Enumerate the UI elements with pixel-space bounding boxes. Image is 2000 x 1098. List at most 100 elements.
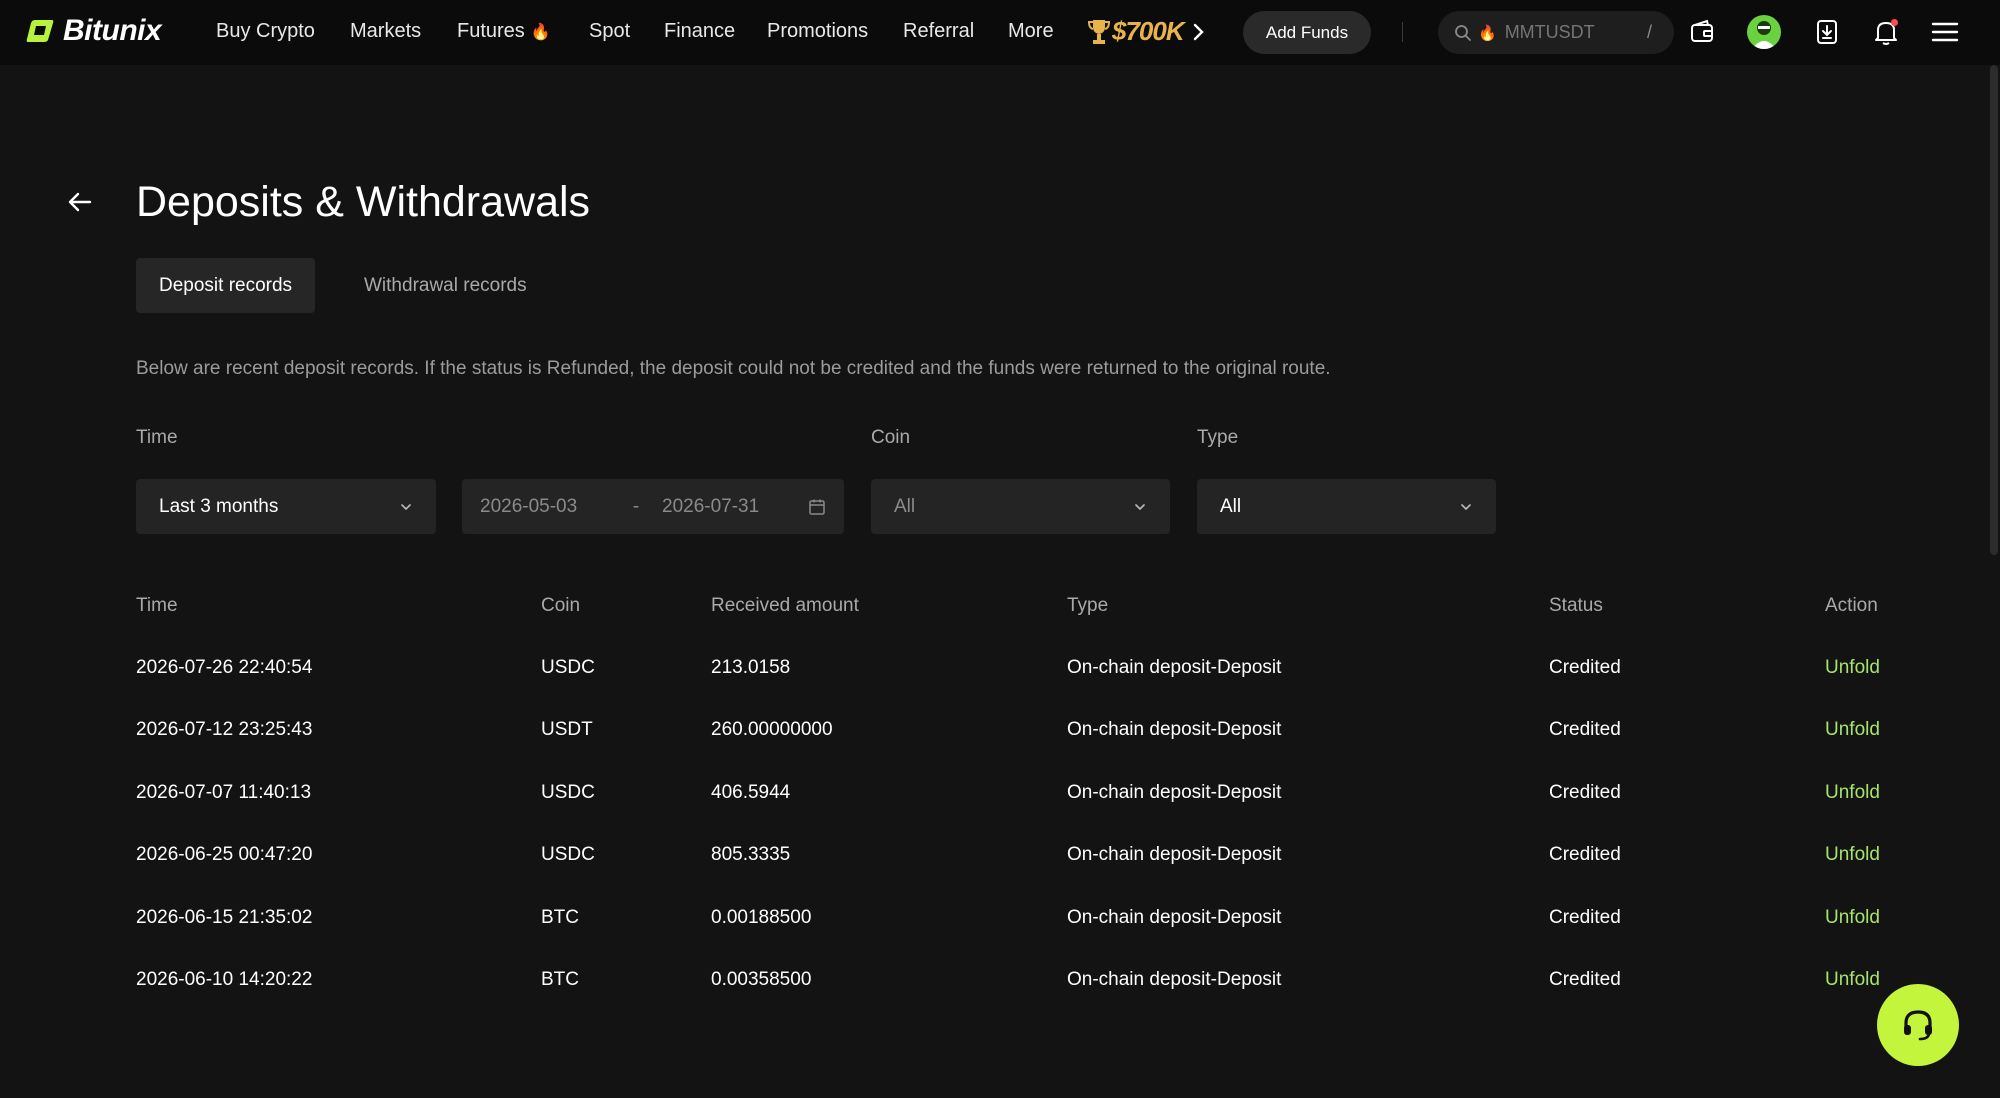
nav-futures-label: Futures [457, 20, 525, 42]
nav-buy-crypto[interactable]: Buy Crypto [216, 20, 315, 43]
cell-amount: 0.00188500 [711, 907, 812, 928]
column-header-action: Action [1825, 595, 1878, 616]
table-row: 2026-07-07 11:40:13 USDC 406.5944 On-cha… [0, 782, 2000, 844]
chevron-down-icon [401, 503, 411, 510]
page-scrollbar[interactable] [1990, 65, 1998, 555]
cell-time: 2026-07-12 23:25:43 [136, 719, 313, 740]
cell-time: 2026-07-26 22:40:54 [136, 657, 313, 678]
wallet-button[interactable] [1686, 16, 1718, 48]
nav-referral[interactable]: Referral [903, 20, 974, 43]
nav-more[interactable]: More [1008, 20, 1054, 43]
column-header-received-amount: Received amount [711, 595, 859, 616]
cell-type: On-chain deposit-Deposit [1067, 907, 1282, 928]
records-notice: Below are recent deposit records. If the… [136, 358, 1331, 379]
tab-deposit-records[interactable]: Deposit records [136, 258, 316, 313]
cell-type: On-chain deposit-Deposit [1067, 844, 1282, 865]
cell-amount: 805.3335 [711, 844, 791, 865]
cell-coin: USDC [541, 782, 595, 803]
type-select-value: All [1220, 495, 1242, 517]
nav-spot[interactable]: Spot [589, 20, 630, 43]
search-shortcut: / [1646, 22, 1652, 42]
cell-coin: USDC [541, 844, 595, 865]
cell-amount: 0.00358500 [711, 969, 812, 990]
table-row: 2026-06-10 14:20:22 BTC 0.00358500 On-ch… [0, 969, 2000, 1031]
coin-select[interactable]: All [871, 479, 1170, 534]
search-icon [1455, 24, 1471, 41]
menu-button[interactable] [1929, 16, 1961, 48]
cell-time: 2026-06-10 14:20:22 [136, 969, 313, 990]
brand-logo[interactable]: Bitunix [26, 14, 162, 48]
hamburger-menu-icon [1931, 22, 1959, 42]
cell-status: Credited [1549, 969, 1621, 990]
coin-select-value: All [894, 495, 916, 517]
unfold-link[interactable]: Unfold [1825, 657, 1880, 679]
tab-withdrawal-records[interactable]: Withdrawal records [341, 258, 550, 313]
cell-coin: USDT [541, 719, 593, 740]
nav-futures[interactable]: Futures 🔥 [457, 20, 551, 43]
unfold-link[interactable]: Unfold [1825, 782, 1880, 804]
bitunix-logo-icon [26, 20, 54, 42]
cell-time: 2026-07-07 11:40:13 [136, 782, 312, 803]
nav-promotions[interactable]: Promotions [767, 20, 868, 43]
headset-icon [1904, 1010, 1932, 1041]
notification-dot [1891, 19, 1898, 26]
time-range-select[interactable]: Last 3 months [136, 479, 436, 534]
trophy-icon [1088, 19, 1110, 44]
add-funds-button[interactable]: Add Funds [1243, 11, 1371, 54]
avatar[interactable] [1747, 15, 1781, 49]
wallet-icon [1691, 19, 1713, 42]
cell-type: On-chain deposit-Deposit [1067, 719, 1282, 740]
nav-markets[interactable]: Markets [350, 20, 421, 43]
calendar-icon [809, 499, 825, 515]
table-row: 2026-06-15 21:35:02 BTC 0.00188500 On-ch… [0, 907, 2000, 969]
download-app-button[interactable] [1811, 16, 1843, 48]
search-box[interactable]: 🔥 / [1438, 11, 1674, 54]
cell-coin: BTC [541, 969, 579, 990]
customer-support-button[interactable] [1877, 984, 1959, 1066]
unfold-link[interactable]: Unfold [1825, 969, 1880, 991]
page-title: Deposits & Withdrawals [136, 178, 591, 226]
download-icon [1817, 20, 1837, 44]
cell-time: 2026-06-15 21:35:02 [136, 907, 313, 928]
cell-type: On-chain deposit-Deposit [1067, 657, 1282, 678]
date-end: 2026-07-31 [662, 495, 760, 517]
back-arrow-icon[interactable] [64, 186, 96, 218]
table-row: 2026-07-12 23:25:43 USDT 260.00000000 On… [0, 719, 2000, 781]
cell-amount: 406.5944 [711, 782, 791, 803]
user-avatar-icon [1752, 21, 1776, 49]
date-range-picker[interactable]: 2026-05-03 - 2026-07-31 [462, 479, 844, 534]
cell-coin: BTC [541, 907, 579, 928]
date-separator: - [632, 495, 640, 517]
chevron-right-icon[interactable] [1190, 20, 1208, 44]
column-header-coin: Coin [541, 595, 581, 616]
nav-finance[interactable]: Finance [664, 20, 735, 43]
chevron-down-icon [1135, 503, 1145, 510]
time-filter-label: Time [136, 427, 178, 448]
brand-name: Bitunix [63, 14, 162, 47]
notifications-button[interactable] [1870, 16, 1902, 48]
cell-amount: 213.0158 [711, 657, 791, 678]
cell-status: Credited [1549, 719, 1621, 740]
unfold-link[interactable]: Unfold [1825, 719, 1880, 741]
coin-filter-label: Coin [871, 427, 911, 448]
cell-status: Credited [1549, 907, 1621, 928]
top-navigation-bar: Bitunix Buy Crypto Markets Futures 🔥 Spot… [0, 0, 2000, 65]
promo-banner[interactable]: $700K [1088, 16, 1185, 47]
unfold-link[interactable]: Unfold [1825, 844, 1880, 866]
promo-amount: $700K [1112, 16, 1185, 46]
unfold-link[interactable]: Unfold [1825, 907, 1880, 929]
fire-icon: 🔥 [1478, 24, 1497, 42]
cell-amount: 260.00000000 [711, 719, 833, 740]
type-select[interactable]: All [1197, 479, 1496, 534]
fire-icon: 🔥 [530, 24, 551, 41]
column-header-time: Time [136, 595, 178, 616]
column-header-type: Type [1067, 595, 1109, 616]
cell-status: Credited [1549, 782, 1621, 803]
search-input[interactable] [1504, 22, 1635, 43]
cell-status: Credited [1549, 657, 1621, 678]
cell-coin: USDC [541, 657, 595, 678]
column-header-status: Status [1549, 595, 1603, 616]
cell-type: On-chain deposit-Deposit [1067, 782, 1282, 803]
cell-time: 2026-06-25 00:47:20 [136, 844, 313, 865]
cell-type: On-chain deposit-Deposit [1067, 969, 1282, 990]
